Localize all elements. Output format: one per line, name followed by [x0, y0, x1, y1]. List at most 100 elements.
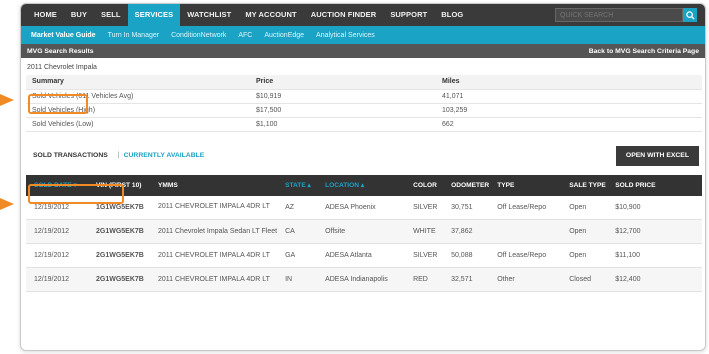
sold-transactions-callout: [28, 184, 124, 204]
top-nav: HOME BUY SELL SERVICES WATCHLIST MY ACCO…: [21, 4, 705, 26]
tab-currently-available[interactable]: CURRENTLY AVAILABLE: [124, 152, 205, 159]
quick-search: [555, 8, 697, 22]
table-row: 12/19/2012 2G1WG5EK7B 2011 CHEVROLET IMP…: [26, 243, 702, 268]
summary-price: $17,500: [250, 103, 436, 118]
col-location[interactable]: LOCATION ▴: [317, 174, 406, 196]
color-cell: WHITE: [405, 219, 444, 244]
col-sold-price: SOLD PRICE: [607, 174, 702, 196]
vin-link[interactable]: 2G1WG5EK7B: [88, 243, 150, 268]
summary-table: Summary Price Miles Sold Vehicles (611 V…: [26, 75, 702, 132]
sold-transactions-table: SOLD DATE ▾ VIN (FIRST 10) YMMS STATE ▴ …: [26, 174, 702, 292]
summary-price: $10,919: [250, 89, 436, 104]
nav-auction-finder[interactable]: AUCTION FINDER: [304, 4, 384, 26]
subnav-analytical-services[interactable]: Analytical Services: [310, 32, 381, 39]
ymms-cell: 2011 Chevrolet Impala Sedan LT Fleet: [150, 219, 278, 244]
ymms-cell: 2011 CHEVROLET IMPALA 4DR LT: [150, 195, 278, 220]
odometer-cell: 32,571: [443, 267, 490, 292]
sold-date-cell: 12/19/2012: [26, 243, 88, 268]
sold-price-cell: $12,400: [607, 267, 702, 292]
odometer-cell: 30,751: [443, 195, 490, 220]
summary-miles: 662: [436, 117, 702, 132]
nav-services[interactable]: SERVICES: [127, 4, 181, 26]
summary-callout: [28, 94, 88, 114]
subnav-market-value-guide[interactable]: Market Value Guide: [25, 32, 102, 39]
type-cell: Off Lease/Repo: [489, 243, 562, 268]
summary-header-row: Summary Price Miles: [26, 75, 702, 90]
col-sale-type: SALE TYPE: [561, 174, 608, 196]
sold-transactions-callout-arrow: [0, 198, 14, 210]
state-cell: AZ: [277, 195, 318, 220]
color-cell: RED: [405, 267, 444, 292]
ymms-cell: 2011 CHEVROLET IMPALA 4DR LT: [150, 243, 278, 268]
tab-sold-transactions[interactable]: SOLD TRANSACTIONS: [27, 152, 114, 159]
subnav-auction-edge[interactable]: AuctionEdge: [258, 32, 310, 39]
search-button[interactable]: [683, 8, 697, 22]
ymms-cell: 2011 CHEVROLET IMPALA 4DR LT: [150, 267, 278, 292]
odometer-cell: 37,862: [443, 219, 490, 244]
price-header: Price: [250, 75, 436, 90]
summary-price: $1,100: [250, 117, 436, 132]
sold-price-cell: $11,100: [607, 243, 702, 268]
type-cell: [489, 219, 562, 244]
summary-callout-arrow: [0, 94, 14, 106]
sale-type-cell: Open: [561, 219, 608, 244]
subnav-afc[interactable]: AFC: [232, 32, 258, 39]
odometer-cell: 50,088: [443, 243, 490, 268]
tab-separator: |: [117, 152, 120, 159]
location-cell: ADESA Indianapolis: [317, 267, 406, 292]
table-row: 12/19/2012 2G1WG5EK7B 2011 CHEVROLET IMP…: [26, 267, 702, 292]
vin-link[interactable]: 2G1WG5EK7B: [88, 267, 150, 292]
miles-header: Miles: [436, 75, 702, 90]
summary-miles: 41,071: [436, 89, 702, 104]
sold-date-cell: 12/19/2012: [26, 219, 88, 244]
sold-price-cell: $10,900: [607, 195, 702, 220]
subnav-turn-in-manager[interactable]: Turn In Manager: [102, 32, 166, 39]
col-ymms: YMMS: [150, 174, 278, 196]
col-color: COLOR: [405, 174, 444, 196]
nav-my-account[interactable]: MY ACCOUNT: [238, 4, 303, 26]
table-row: 12/19/2012 2G1WG5EK7B 2011 Chevrolet Imp…: [26, 219, 702, 244]
summary-row: Sold Vehicles (High) $17,500 103,259: [26, 103, 702, 118]
nav-home[interactable]: HOME: [27, 4, 64, 26]
vin-link[interactable]: 2G1WG5EK7B: [88, 219, 150, 244]
summary-header: Summary: [26, 75, 250, 90]
page-title: MVG Search Results: [27, 47, 94, 55]
location-cell: ADESA Atlanta: [317, 243, 406, 268]
sold-date-cell: 12/19/2012: [26, 267, 88, 292]
sold-price-cell: $12,700: [607, 219, 702, 244]
app-window: HOME BUY SELL SERVICES WATCHLIST MY ACCO…: [20, 3, 706, 351]
type-cell: Other: [489, 267, 562, 292]
nav-blog[interactable]: BLOG: [434, 4, 470, 26]
quick-search-input[interactable]: [555, 8, 683, 22]
state-cell: CA: [277, 219, 318, 244]
transaction-tabs: SOLD TRANSACTIONS | CURRENTLY AVAILABLE …: [21, 140, 705, 172]
sale-type-cell: Open: [561, 243, 608, 268]
state-cell: IN: [277, 267, 318, 292]
color-cell: SILVER: [405, 243, 444, 268]
transactions-header-row: SOLD DATE ▾ VIN (FIRST 10) YMMS STATE ▴ …: [26, 174, 702, 196]
results-titlebar: MVG Search Results Back to MVG Search Cr…: [21, 44, 705, 58]
nav-sell[interactable]: SELL: [94, 4, 128, 26]
col-odometer: ODOMETER: [443, 174, 490, 196]
nav-support[interactable]: SUPPORT: [383, 4, 434, 26]
sale-type-cell: Open: [561, 195, 608, 220]
location-cell: ADESA Phoenix: [317, 195, 406, 220]
subnav-condition-network[interactable]: ConditionNetwork: [165, 32, 232, 39]
location-cell: Offsite: [317, 219, 406, 244]
summary-row: Sold Vehicles (Low) $1,100 662: [26, 117, 702, 132]
summary-row: Sold Vehicles (611 Vehicles Avg) $10,919…: [26, 89, 702, 104]
type-cell: Off Lease/Repo: [489, 195, 562, 220]
search-icon: [685, 10, 695, 20]
open-with-excel-button[interactable]: OPEN WITH EXCEL: [615, 145, 699, 166]
table-row: 12/19/2012 1G1WG5EK7B 2011 CHEVROLET IMP…: [26, 195, 702, 220]
nav-watchlist[interactable]: WATCHLIST: [180, 4, 238, 26]
sale-type-cell: Closed: [561, 267, 608, 292]
back-to-criteria-link[interactable]: Back to MVG Search Criteria Page: [589, 48, 699, 55]
services-subnav: Market Value Guide Turn In Manager Condi…: [21, 26, 705, 44]
state-cell: GA: [277, 243, 318, 268]
nav-buy[interactable]: BUY: [64, 4, 94, 26]
color-cell: SILVER: [405, 195, 444, 220]
vehicle-title: 2011 Chevrolet Impala: [27, 64, 97, 71]
col-type: TYPE: [489, 174, 562, 196]
col-state[interactable]: STATE ▴: [277, 174, 318, 196]
